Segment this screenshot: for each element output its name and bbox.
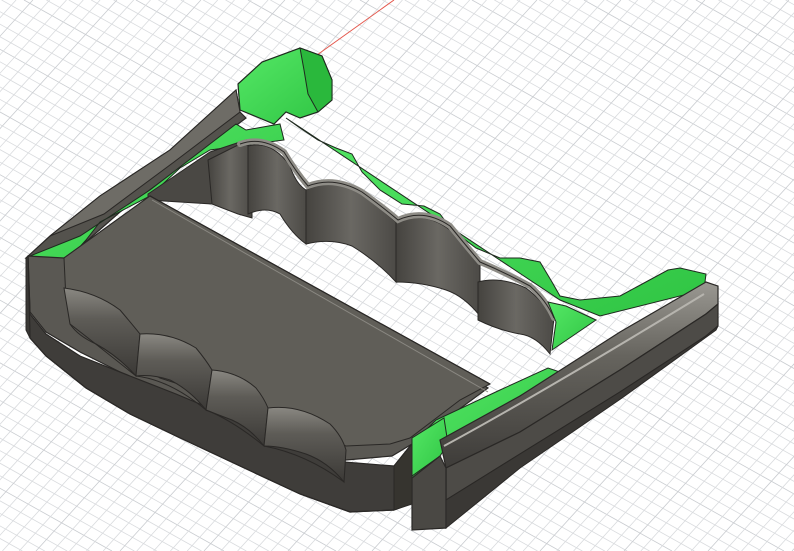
scene-canvas[interactable] [0,0,794,551]
grid-line [628,0,794,93]
3d-viewport[interactable] [0,0,794,551]
grid-line [516,0,794,156]
grid-line [763,0,794,18]
grid-line [0,538,23,551]
brass-knuckle-model[interactable] [24,47,719,531]
grid-line [472,197,794,551]
grid-line [695,0,794,56]
origin-axis-line [309,0,395,61]
